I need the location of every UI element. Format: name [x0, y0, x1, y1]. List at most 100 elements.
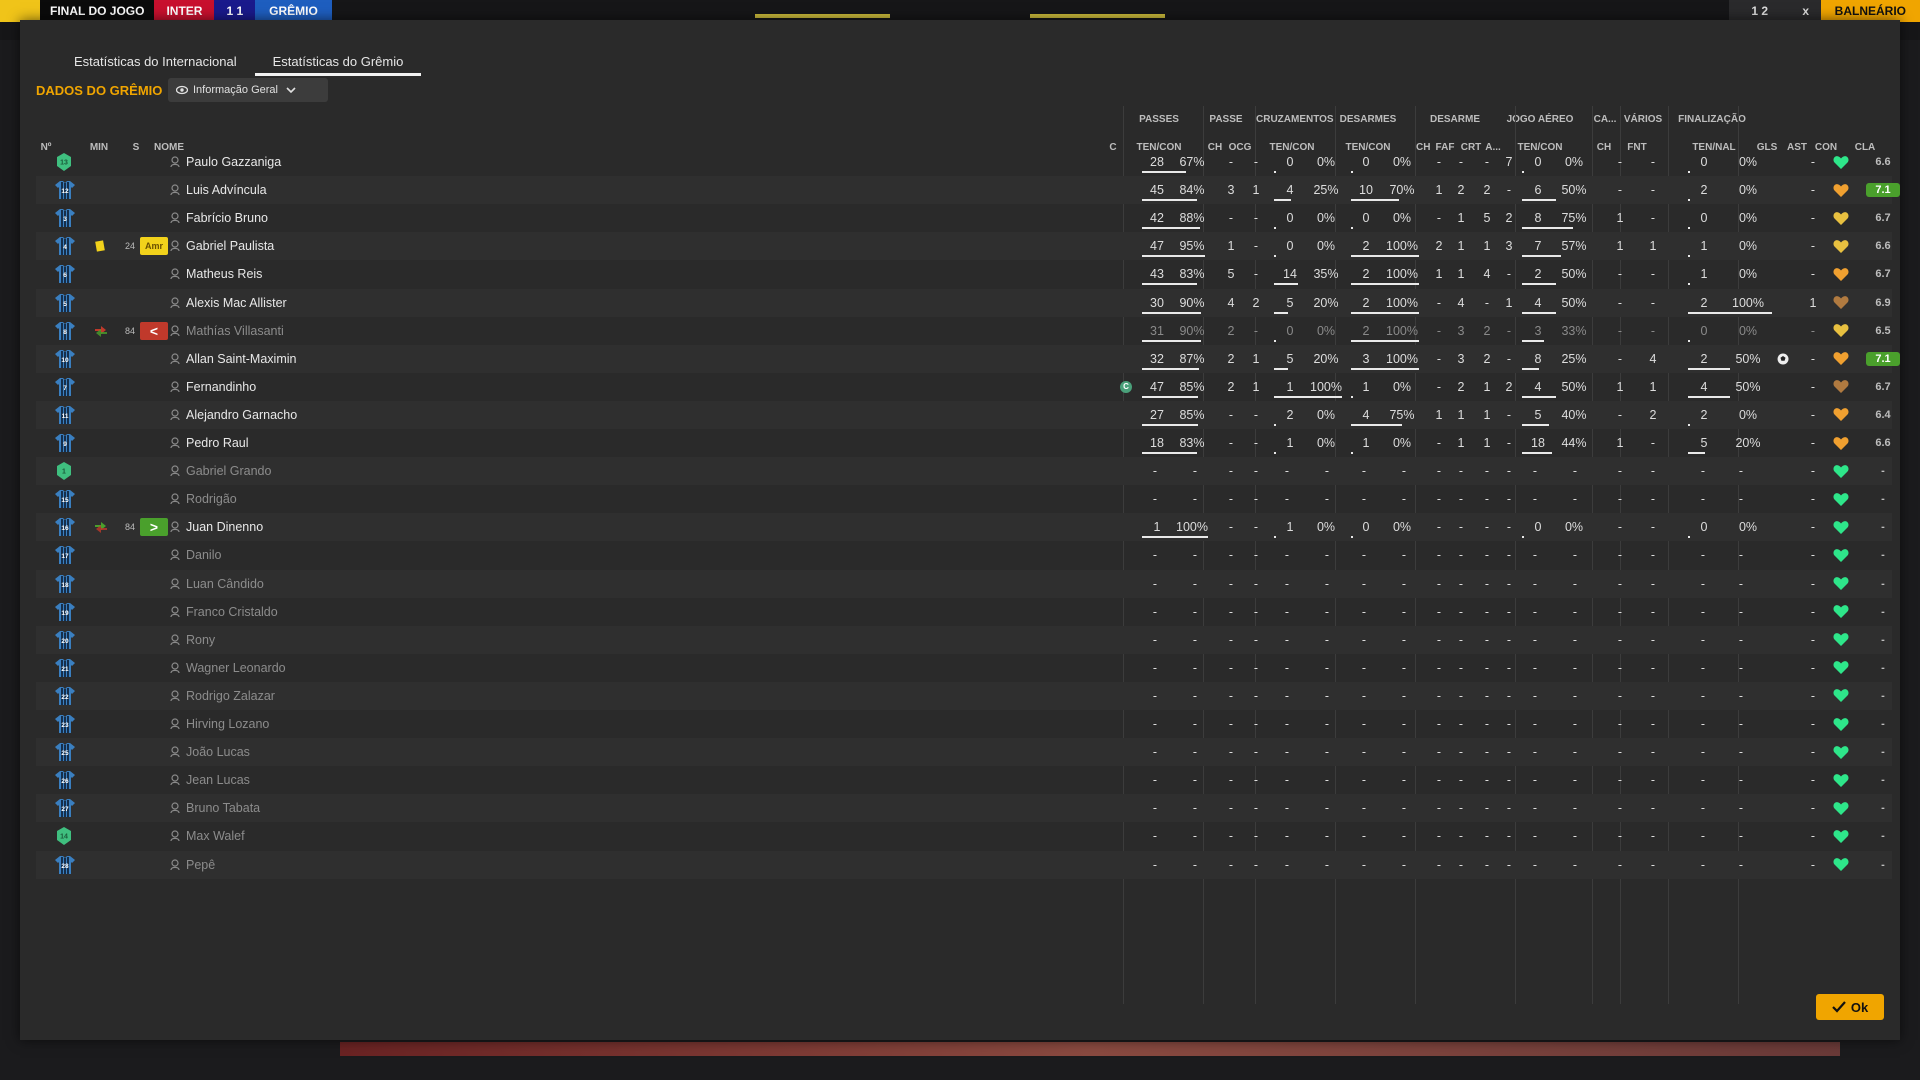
stat-value: -: [1617, 801, 1623, 816]
table-row[interactable]: 7 Fernandinho C 47 85% 2 1 1 100% 1 0% -2 1 2 4 50% 1 1 4 5…: [36, 373, 1892, 401]
tackles-percent: 0%: [1392, 436, 1412, 450]
locker-room-button[interactable]: BALNEÁRIO: [1820, 0, 1920, 22]
stat-value: -: [1361, 745, 1367, 760]
person-icon: [170, 373, 180, 401]
close-icon[interactable]: x: [1790, 0, 1821, 22]
stat-value: -: [1506, 829, 1512, 844]
table-row[interactable]: 16 84 > Juan Dinenno 1 100% - -1 0% 0 0% - - - -0 0% - -0…: [36, 513, 1892, 542]
player-name[interactable]: Fernandinho: [186, 373, 256, 401]
player-name[interactable]: Bruno Tabata: [186, 794, 260, 822]
table-row[interactable]: 1 Gabriel Grando - - - - - - - - - - - - - - - - - - - -: [36, 457, 1892, 486]
table-row[interactable]: 15 Rodrigão - - - - - - - - - - - - - - - - - - - -: [36, 485, 1892, 513]
tab-internacional-stats[interactable]: Estatísticas do Internacional: [56, 46, 255, 76]
shirt-number-icon: 18: [54, 570, 76, 598]
stat-value: -: [1436, 857, 1442, 872]
stat-value: -: [1506, 717, 1512, 731]
player-name[interactable]: Max Walef: [186, 822, 245, 850]
stat-value: -: [1401, 773, 1407, 788]
person-icon: [170, 317, 180, 345]
condition-heart-icon: [1832, 345, 1850, 373]
stat-value: -: [1700, 660, 1706, 675]
fnt-value: 1: [1649, 379, 1657, 394]
stat-value: -: [1253, 632, 1259, 647]
table-row[interactable]: 13 Paulo Gazzaniga 28 67% - -0 0% 0 0% - - -7 0 0% - -0…: [36, 148, 1892, 176]
stat-value: -: [1192, 576, 1198, 591]
condition-heart-icon: [1832, 204, 1850, 232]
crosses-attempts: 0: [1286, 323, 1294, 338]
tab-gremio-stats[interactable]: Estatísticas do Grêmio: [254, 46, 422, 76]
player-name[interactable]: Rony: [186, 626, 215, 654]
player-name[interactable]: Rodrigão: [186, 485, 237, 513]
assists-value: -: [1810, 745, 1816, 760]
player-rating: 6.7: [1875, 268, 1891, 281]
ok-button[interactable]: Ok: [1816, 994, 1884, 1020]
player-name[interactable]: Danilo: [186, 541, 221, 569]
player-name[interactable]: Rodrigo Zalazar: [186, 682, 275, 710]
table-row[interactable]: 25 João Lucas - - - - - - - - - - - - - - - - - - - -: [36, 738, 1892, 767]
table-row[interactable]: 11 Alejandro Garnacho 27 85% - -2 0% 4 75% 1 1 1-5 4…: [36, 400, 1892, 429]
stat-value: -: [1532, 604, 1538, 619]
player-name[interactable]: Gabriel Paulista: [186, 232, 274, 260]
player-name[interactable]: Gabriel Grando: [186, 457, 271, 485]
shirt-number-icon: 11: [54, 401, 76, 429]
player-name[interactable]: Wagner Leonardo: [186, 654, 286, 682]
stat-value: -: [1458, 688, 1464, 703]
stat-value: -: [1458, 492, 1464, 507]
player-name[interactable]: Paulo Gazzaniga: [186, 148, 281, 176]
player-name[interactable]: João Lucas: [186, 738, 250, 766]
assists-value: -: [1810, 520, 1816, 535]
player-name[interactable]: Hirving Lozano: [186, 710, 269, 738]
player-name[interactable]: Franco Cristaldo: [186, 598, 278, 626]
table-row[interactable]: 12 Luis Advíncula 45 84% 3 1 4 25% 10 70% 1 2 2-6 50%…: [36, 176, 1900, 205]
player-name[interactable]: Luis Advíncula: [186, 176, 267, 204]
table-row[interactable]: 5 Alexis Mac Allister 30 90% 4 2 5 20% 2 100% -4-1…: [36, 288, 1892, 317]
assists-value: -: [1810, 407, 1816, 422]
player-name[interactable]: Alexis Mac Allister: [186, 289, 287, 317]
condition-heart-icon: [1832, 373, 1850, 401]
table-row[interactable]: 26 Jean Lucas - - - - - - - - - - - - - - - - - - - -: [36, 766, 1892, 794]
table-row[interactable]: 28 Pepê - - - - - - - - - - - - - - - - - - - -: [36, 850, 1892, 879]
player-name[interactable]: Jean Lucas: [186, 766, 250, 794]
player-name[interactable]: Alejandro Garnacho: [186, 401, 297, 429]
table-row[interactable]: 17 Danilo - - - - - - - - - - - - - - - - - - - -: [36, 541, 1892, 569]
desarme-crt-value: -: [1484, 520, 1490, 535]
player-name[interactable]: Juan Dinenno: [186, 513, 263, 541]
player-name[interactable]: Matheus Reis: [186, 260, 262, 288]
table-row[interactable]: 20 Rony - - - - - - - - - - - - - - - - - - - -: [36, 625, 1892, 654]
yellow-card-icon: [95, 240, 105, 252]
passe-ocg-value: 2: [1252, 295, 1260, 310]
aerial-bar: [1522, 423, 1549, 426]
player-rating: 6.4: [1875, 408, 1891, 421]
player-name[interactable]: Pedro Raul: [186, 429, 249, 457]
player-name[interactable]: Mathías Villasanti: [186, 317, 284, 345]
assists-value: -: [1810, 155, 1816, 169]
table-row[interactable]: 21 Wagner Leonardo - - - - - - - - - - - - - - - - - - - -: [36, 654, 1892, 682]
condition-heart-icon: [1832, 626, 1850, 654]
stat-value: -: [1506, 857, 1512, 872]
table-row[interactable]: 6 Matheus Reis 43 83% 5-14 35% 2 100% 1 1 4-2 50% - -…: [36, 260, 1892, 288]
table-row[interactable]: 9 Pedro Raul 18 83% - -1 0% 1 0% -1 1-18 44% 1-5 20% -…: [36, 429, 1892, 457]
player-rating: 6.6: [1875, 156, 1891, 168]
player-name[interactable]: Pepê: [186, 851, 215, 879]
view-selector-dropdown[interactable]: Informação Geral: [168, 78, 328, 102]
player-name[interactable]: Allan Saint-Maximin: [186, 345, 296, 373]
stat-value: -: [1617, 745, 1623, 760]
table-row[interactable]: 27 Bruno Tabata - - - - - - - - - - - - - - - - - - - -: [36, 794, 1892, 823]
player-name[interactable]: Fabrício Bruno: [186, 204, 268, 232]
table-row[interactable]: 22 Rodrigo Zalazar - - - - - - - - - - - - - - - - - - - -: [36, 681, 1892, 710]
player-name[interactable]: Luan Cândido: [186, 570, 264, 598]
stat-value: -: [1401, 717, 1407, 731]
table-row[interactable]: 18 Luan Cândido - - - - - - - - - - - - - - - - - - - -: [36, 569, 1892, 598]
table-row[interactable]: 10 Allan Saint-Maximin 32 87% 2 1 5 20% 3 100% -3 2…: [36, 344, 1900, 373]
stat-value: -: [1361, 717, 1367, 731]
table-row[interactable]: 19 Franco Cristaldo - - - - - - - - - - - - - - - - - - - -: [36, 598, 1892, 626]
person-icon: [170, 654, 180, 682]
person-icon: [170, 626, 180, 654]
table-row[interactable]: 23 Hirving Lozano - - - - - - - - - - - - - - - - - - - -: [36, 710, 1892, 738]
table-row[interactable]: 14 Max Walef - - - - - - - - - - - - - - - - - - - -: [36, 822, 1892, 850]
table-row[interactable]: 3 Fabrício Bruno 42 88% - -0 0% 0 0% -1 5 2 8 75% 1-0 0…: [36, 204, 1892, 232]
group-header-ca: CA...: [1593, 114, 1617, 125]
stat-value: -: [1401, 632, 1407, 647]
table-row[interactable]: 8 84 < Mathías Villasanti 31 90% 2-0 0% 2 100% -3 2…: [36, 317, 1892, 345]
table-row[interactable]: 4 24 Amr Gabriel Paulista 47 95% 1-0 0% 2 100% 2 1 1…: [36, 232, 1892, 261]
